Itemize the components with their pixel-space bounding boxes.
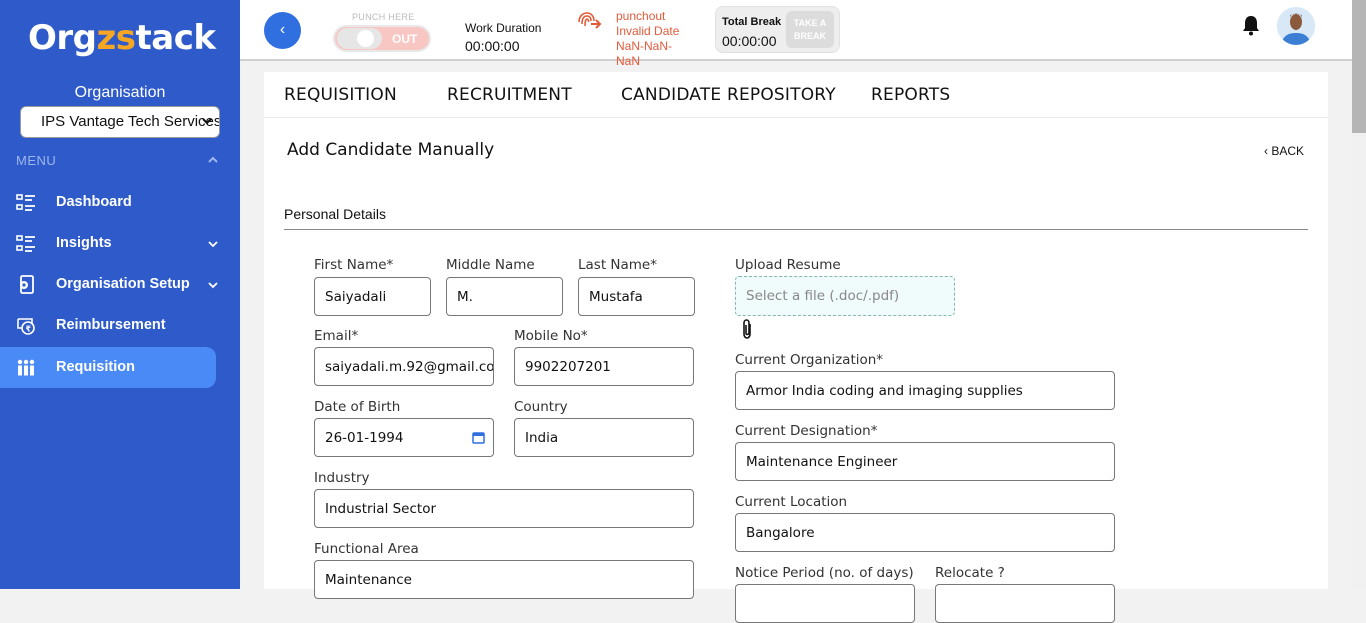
mobile-label: Mobile No* xyxy=(514,328,588,344)
back-label: BACK xyxy=(1271,144,1305,158)
upload-resume-dropzone[interactable]: Select a file (.doc/.pdf) xyxy=(735,276,955,316)
user-avatar[interactable] xyxy=(1277,7,1315,45)
sidebar-item-insights[interactable]: Insights xyxy=(0,223,218,264)
email-label: Email* xyxy=(314,328,359,344)
relocate-select[interactable] xyxy=(935,584,1115,623)
relocate-label: Relocate ? xyxy=(935,565,1005,581)
country-label: Country xyxy=(514,399,568,415)
page-title: Add Candidate Manually xyxy=(287,140,495,160)
chevron-up-icon[interactable] xyxy=(207,155,219,165)
tab-requisition[interactable]: REQUISITION xyxy=(284,85,397,105)
toggle-label: OUT xyxy=(392,32,418,46)
add-candidate-card: Add Candidate Manually ‹ BACK Personal D… xyxy=(264,118,1328,623)
paperclip-icon[interactable] xyxy=(740,318,754,340)
dashboard-icon xyxy=(16,194,35,211)
total-break-box: Total Break 00:00:00 TAKE A BREAK xyxy=(715,6,840,53)
sidebar-item-dashboard[interactable]: Dashboard xyxy=(0,182,216,223)
punch-status: punchout Invalid Date NaN-NaN-NaN xyxy=(616,9,688,69)
scrollbar-thumb[interactable] xyxy=(1352,0,1366,133)
tab-recruitment[interactable]: RECRUITMENT xyxy=(447,85,572,105)
user-photo-icon xyxy=(1277,7,1315,45)
sidebar-item-requisition[interactable]: Requisition xyxy=(0,347,216,388)
sidebar-item-reimbursement[interactable]: ₹ Reimbursement xyxy=(0,305,216,346)
sidebar: Orgzstack Organisation IPS Vantage Tech … xyxy=(0,0,240,589)
dob-label: Date of Birth xyxy=(314,399,401,415)
sidebar-item-label: Reimbursement xyxy=(56,317,166,333)
sidebar-item-label: Organisation Setup xyxy=(56,276,190,292)
chevron-down-icon xyxy=(202,118,212,125)
notification-bell-icon[interactable] xyxy=(1241,14,1261,36)
logo-text-tack: tack xyxy=(135,18,216,58)
first-name-input[interactable]: Saiyadali xyxy=(314,277,431,316)
punch-status-text: punchout xyxy=(616,9,666,23)
top-bar: ‹ PUNCH HERE OUT Work Duration 00:00:00 … xyxy=(240,0,1352,68)
back-link[interactable]: ‹ BACK xyxy=(1264,144,1304,158)
chevron-down-icon xyxy=(208,282,218,289)
current-location-input[interactable]: Bangalore xyxy=(735,513,1115,552)
tab-candidate-repository[interactable]: CANDIDATE REPOSITORY xyxy=(621,85,836,105)
work-duration-value: 00:00:00 xyxy=(465,38,520,54)
current-org-input[interactable]: Armor India coding and imaging supplies xyxy=(735,371,1115,410)
section-divider xyxy=(284,229,1308,230)
punch-here-label: PUNCH HERE xyxy=(352,12,415,22)
dob-input[interactable]: 26-01-1994 xyxy=(314,418,494,457)
fingerprint-icon xyxy=(578,12,602,29)
take-break-button[interactable]: TAKE A BREAK xyxy=(786,11,834,48)
current-location-label: Current Location xyxy=(735,494,848,510)
menu-label: MENU xyxy=(16,153,57,168)
industry-input[interactable]: Industrial Sector xyxy=(314,489,694,528)
sidebar-item-organisation-setup[interactable]: Organisation Setup xyxy=(0,264,218,305)
insights-icon xyxy=(16,235,35,252)
punch-toggle[interactable]: OUT xyxy=(333,25,431,52)
calendar-icon[interactable] xyxy=(472,431,485,444)
chevron-down-icon xyxy=(208,241,218,248)
dob-value: 26-01-1994 xyxy=(325,430,404,446)
collapse-sidebar-button[interactable]: ‹ xyxy=(264,12,301,49)
toggle-knob xyxy=(337,28,382,49)
last-name-input[interactable]: Mustafa xyxy=(578,277,695,316)
current-org-label: Current Organization* xyxy=(735,352,884,368)
svg-text:₹: ₹ xyxy=(26,325,32,334)
reimbursement-icon: ₹ xyxy=(17,318,35,335)
email-input[interactable]: saiyadali.m.92@gmail.com xyxy=(314,347,494,386)
logo-text-zs: zs xyxy=(96,18,137,58)
mobile-input[interactable]: 9902207201 xyxy=(514,347,694,386)
upload-resume-label: Upload Resume xyxy=(735,257,841,273)
organisation-label: Organisation xyxy=(74,84,166,101)
people-icon xyxy=(17,359,35,376)
current-designation-input[interactable]: Maintenance Engineer xyxy=(735,442,1115,481)
punch-date: Invalid Date xyxy=(616,24,680,38)
organisation-select[interactable]: IPS Vantage Tech Services xyxy=(20,106,220,138)
sidebar-item-label: Insights xyxy=(56,235,112,251)
orgzstack-logo[interactable]: Orgzstack xyxy=(28,18,216,58)
section-title: Personal Details xyxy=(284,206,386,222)
notice-period-label: Notice Period (no. of days) xyxy=(735,565,914,581)
last-name-label: Last Name* xyxy=(578,257,657,273)
notice-period-input[interactable] xyxy=(735,584,915,623)
organisation-setup-icon xyxy=(20,275,34,294)
chevron-left-icon: ‹ xyxy=(279,21,286,38)
middle-name-input[interactable]: M. xyxy=(446,277,563,316)
industry-label: Industry xyxy=(314,470,370,486)
work-duration-label: Work Duration xyxy=(465,21,542,35)
total-break-value: 00:00:00 xyxy=(722,33,777,49)
total-break-label: Total Break xyxy=(722,16,782,28)
organisation-select-value: IPS Vantage Tech Services xyxy=(41,113,220,130)
current-designation-label: Current Designation* xyxy=(735,423,878,439)
functional-area-label: Functional Area xyxy=(314,541,419,557)
first-name-label: First Name* xyxy=(314,257,394,273)
sidebar-item-label: Requisition xyxy=(56,359,135,375)
tab-reports[interactable]: REPORTS xyxy=(871,85,950,105)
middle-name-label: Middle Name xyxy=(446,257,535,273)
functional-area-input[interactable]: Maintenance xyxy=(314,560,694,599)
page-scrollbar[interactable] xyxy=(1352,0,1366,589)
country-input[interactable]: India xyxy=(514,418,694,457)
logo-text-org: Org xyxy=(28,18,97,58)
punch-time: NaN-NaN-NaN xyxy=(616,39,673,68)
sidebar-item-label: Dashboard xyxy=(56,194,132,210)
module-tabs: REQUISITION RECRUITMENT CANDIDATE REPOSI… xyxy=(264,72,1328,118)
